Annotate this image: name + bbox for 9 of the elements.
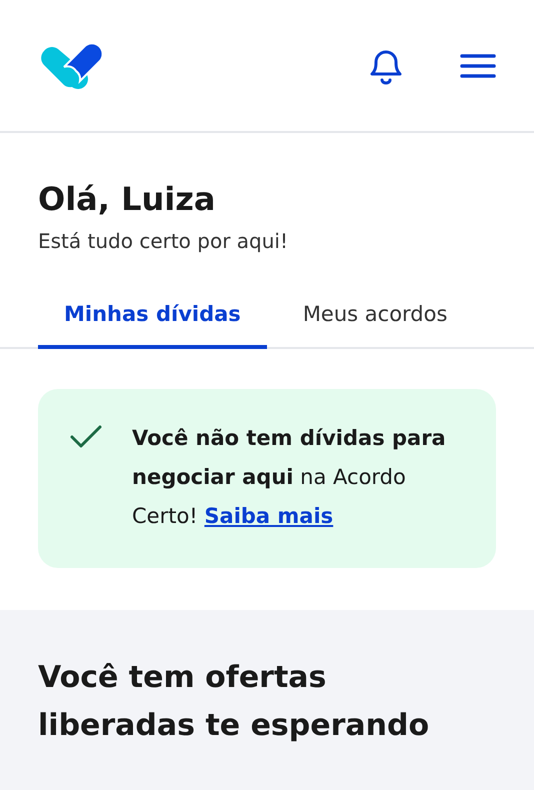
greeting-title: Olá, Luiza [38,179,216,219]
menu-icon[interactable] [460,52,496,80]
alert-message: Você não tem dívidas para negociar aqui na Acordo Certo! Saiba mais [132,424,447,530]
learn-more-link[interactable]: Saiba mais [204,504,334,528]
tab[interactable]: Meus acordos [266,299,484,348]
tab[interactable]: Minhas dívidas [38,299,267,348]
greeting-subtitle: Está tudo certo por aqui! [38,228,289,255]
offers-title: Você tem ofertas liberadas te esperando [38,658,430,744]
check-icon [70,424,102,448]
